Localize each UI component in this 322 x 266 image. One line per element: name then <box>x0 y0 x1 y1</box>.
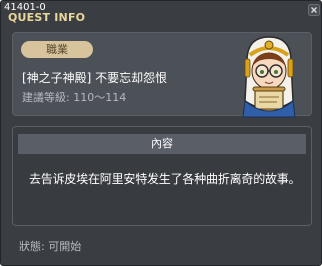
quest-status: 狀態: 可開始 <box>19 240 82 253</box>
quest-content-panel: 內容 去告诉皮埃在阿里安特发生了各种曲折离奇的故事。 <box>12 126 312 226</box>
content-header: 內容 <box>18 134 306 154</box>
content-text: 去告诉皮埃在阿里安特发生了各种曲折离奇的故事。 <box>29 172 301 186</box>
recommended-level: 建議等級: 110～114 <box>22 91 127 104</box>
quest-summary-panel: 職業 [神之子神殿] 不要忘却怨恨 建議等級: 110～114 <box>12 32 312 118</box>
npc-portrait-icon <box>242 36 296 118</box>
title-bar[interactable]: 41401-0 QUEST INFO <box>1 1 321 25</box>
close-icon[interactable] <box>308 4 320 16</box>
window-title: QUEST INFO <box>8 11 86 24</box>
quest-info-window: 41401-0 QUEST INFO 職業 [神之子神殿] 不要忘却怨恨 建議等… <box>0 0 322 266</box>
quest-name: [神之子神殿] 不要忘却怨恨 <box>22 71 168 85</box>
job-badge: 職業 <box>21 41 93 58</box>
